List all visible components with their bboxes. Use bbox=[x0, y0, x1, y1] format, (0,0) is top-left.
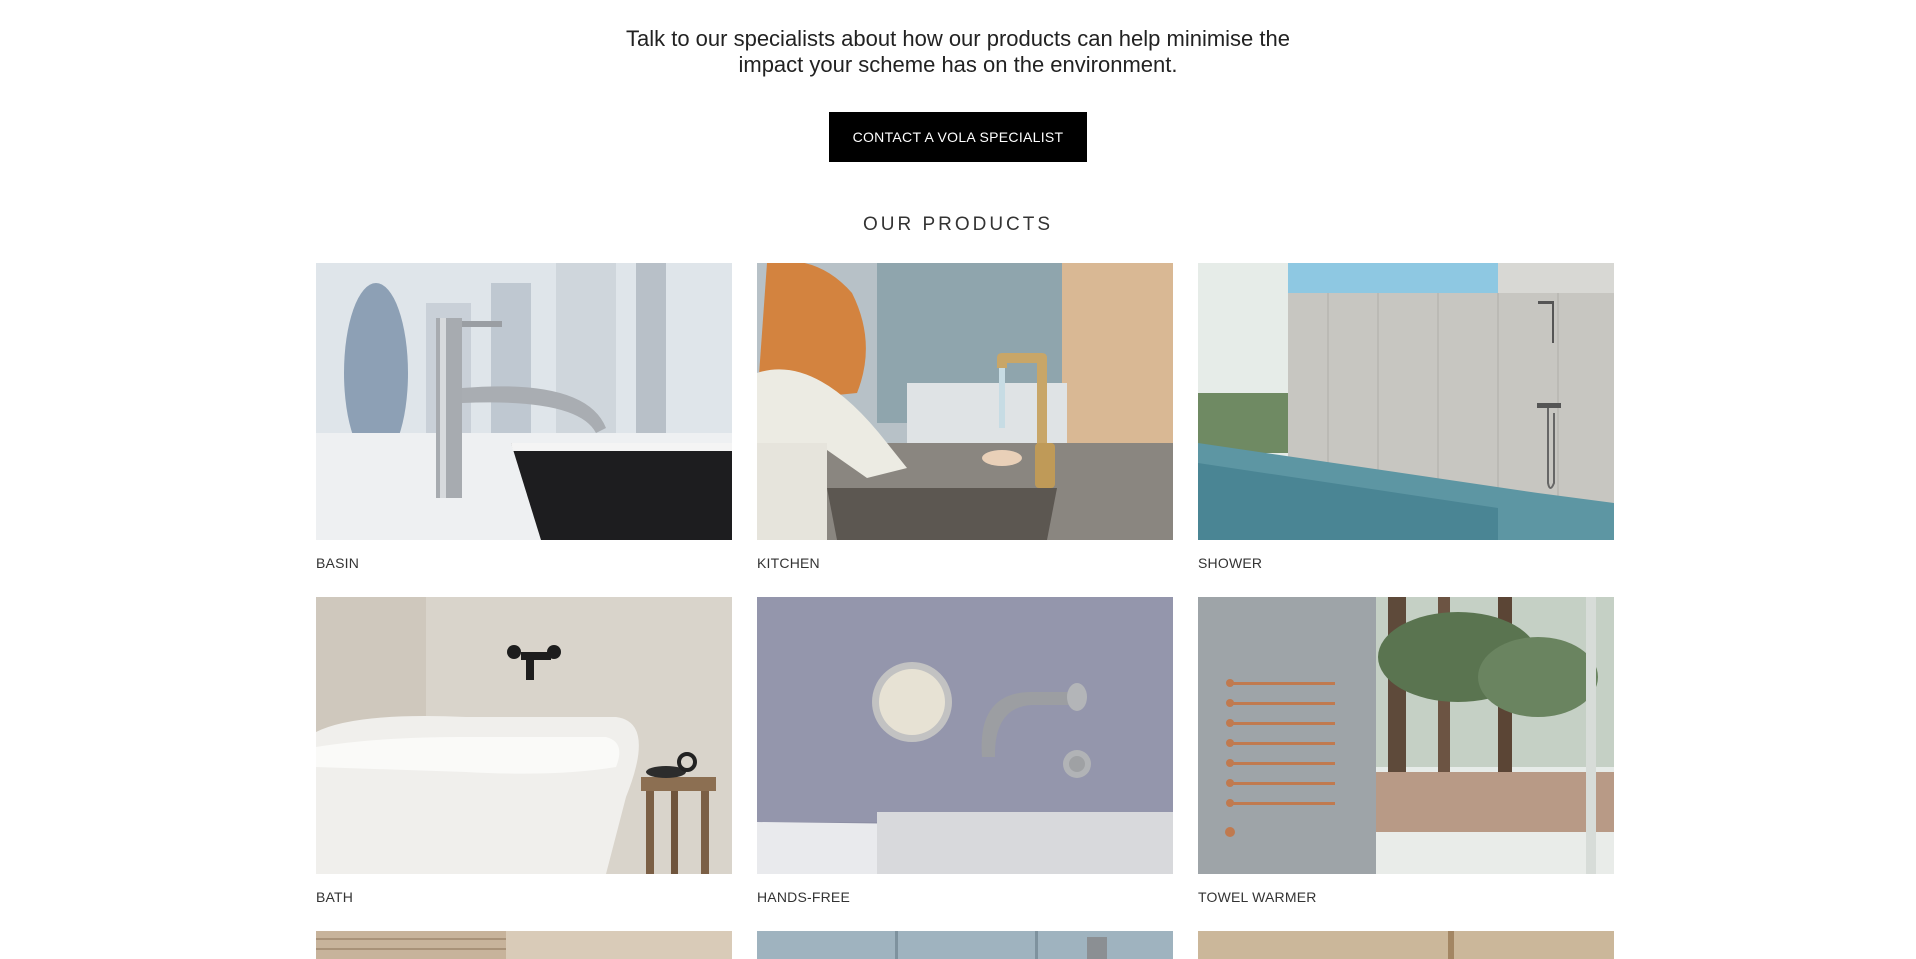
product-image-row3-2[interactable] bbox=[757, 931, 1173, 959]
product-card-towel-warmer[interactable]: TOWEL WARMER bbox=[1198, 597, 1614, 905]
product-card-row3-2[interactable] bbox=[757, 931, 1173, 959]
intro-line-1: Talk to our specialists about how our pr… bbox=[625, 26, 1290, 51]
product-image-row3-1[interactable] bbox=[316, 931, 732, 959]
product-label-bath[interactable]: BATH bbox=[316, 889, 732, 905]
product-card-bath[interactable]: BATH bbox=[316, 597, 732, 905]
product-card-hands-free[interactable]: HANDS-FREE bbox=[757, 597, 1173, 905]
towel-warmer-image[interactable] bbox=[1198, 597, 1614, 874]
section-title: OUR PRODUCTS bbox=[862, 214, 1054, 235]
product-label-shower[interactable]: SHOWER bbox=[1198, 555, 1614, 571]
product-label-hands-free[interactable]: HANDS-FREE bbox=[757, 889, 1173, 905]
bath-image[interactable] bbox=[316, 597, 732, 874]
kitchen-image[interactable] bbox=[757, 263, 1173, 540]
product-card-kitchen[interactable]: KITCHEN bbox=[757, 263, 1173, 571]
hands-free-image[interactable] bbox=[757, 597, 1173, 874]
product-card-basin[interactable]: BASIN bbox=[316, 263, 732, 571]
intro-text: Talk to our specialists about how our pr… bbox=[0, 26, 1916, 78]
contact-specialist-button[interactable]: CONTACT A VOLA SPECIALIST bbox=[828, 112, 1088, 162]
intro-line-2: impact your scheme has on the environmen… bbox=[738, 52, 1178, 77]
product-image-row3-3[interactable] bbox=[1198, 931, 1614, 959]
product-card-row3-3[interactable] bbox=[1198, 931, 1614, 959]
product-card-shower[interactable]: SHOWER bbox=[1198, 263, 1614, 571]
product-label-basin[interactable]: BASIN bbox=[316, 555, 732, 571]
product-card-row3-1[interactable] bbox=[316, 931, 732, 959]
shower-image[interactable] bbox=[1198, 263, 1614, 540]
cta-container: CONTACT A VOLA SPECIALIST bbox=[0, 112, 1916, 162]
product-label-towel-warmer[interactable]: TOWEL WARMER bbox=[1198, 889, 1614, 905]
basin-image[interactable] bbox=[316, 263, 732, 540]
product-label-kitchen[interactable]: KITCHEN bbox=[757, 555, 1173, 571]
